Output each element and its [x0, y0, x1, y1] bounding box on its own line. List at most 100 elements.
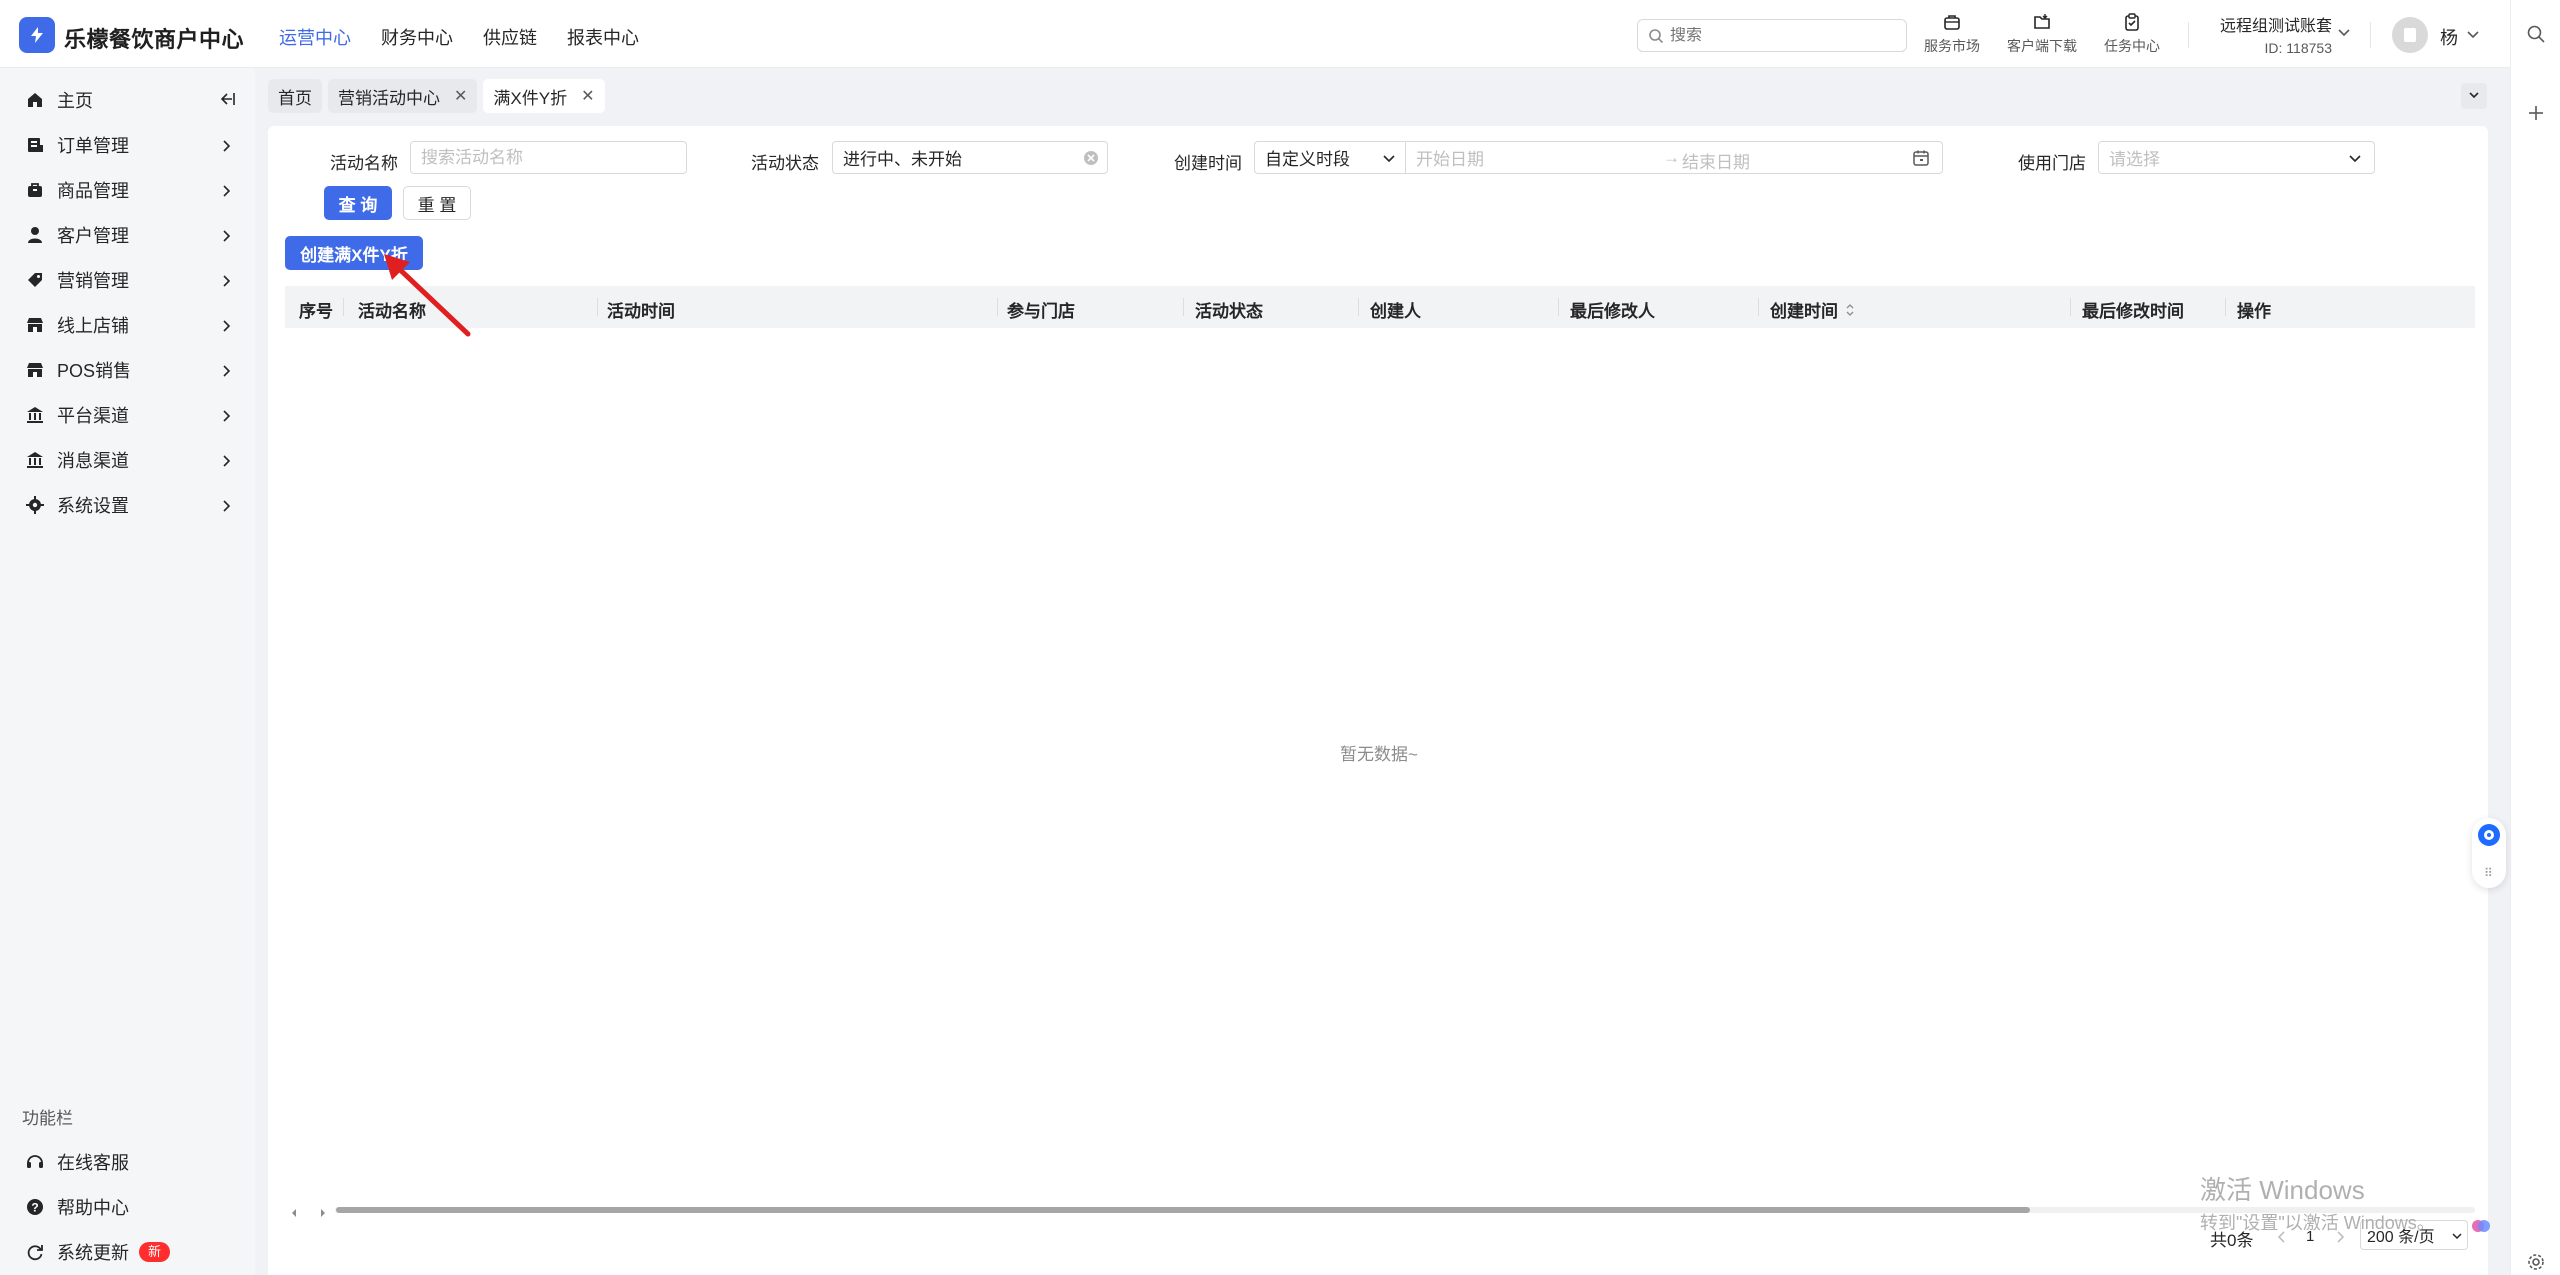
sidebar-item-online-store[interactable]: 线上店铺: [0, 303, 255, 347]
collapse-sidebar-icon[interactable]: [218, 90, 236, 108]
column-divider: [2225, 298, 2226, 316]
chat-icon: [2478, 824, 2500, 846]
col-created-time[interactable]: 创建时间: [1770, 297, 1855, 323]
query-button[interactable]: 查 询: [324, 186, 392, 220]
tab-label: 首页: [278, 88, 312, 108]
column-divider: [1358, 298, 1359, 316]
top-nav-reports[interactable]: 报表中心: [567, 24, 639, 50]
sidebar-item-online-support[interactable]: 在线客服: [0, 1140, 255, 1184]
drag-handle-icon[interactable]: ⠿: [2484, 866, 2493, 880]
user-icon: [25, 225, 45, 245]
message-icon: [25, 450, 45, 470]
account-name: 远程组测试账套: [2219, 18, 2332, 35]
right-rail: [2510, 0, 2560, 1275]
chevron-down-icon[interactable]: [2466, 28, 2480, 42]
date-range-picker[interactable]: 开始日期 → 结束日期: [1405, 141, 1943, 174]
activity-name-field[interactable]: [410, 141, 687, 174]
sidebar-item-help-center[interactable]: ? 帮助中心: [0, 1185, 255, 1229]
calendar-icon[interactable]: [1912, 149, 1930, 172]
headset-icon: [25, 1152, 45, 1172]
column-divider: [1558, 298, 1559, 316]
horizontal-scrollbar[interactable]: [285, 1201, 2475, 1217]
sidebar-item-label: 消息渠道: [57, 451, 129, 471]
sidebar-item-label: 订单管理: [57, 136, 129, 156]
tab-label: 满X件Y折: [493, 88, 568, 108]
top-nav-finance[interactable]: 财务中心: [381, 24, 453, 50]
chevron-right-icon: [219, 272, 233, 293]
order-icon: [25, 135, 45, 155]
search-icon[interactable]: [2526, 24, 2546, 44]
sidebar-item-message-channels[interactable]: 消息渠道: [0, 438, 255, 482]
scroll-thumb[interactable]: [336, 1207, 2030, 1213]
tab-marketing-center[interactable]: 营销活动中心 ✕: [328, 79, 478, 113]
download-icon: [2032, 12, 2052, 32]
sidebar-item-system-update[interactable]: 系统更新 新: [0, 1230, 255, 1274]
account-switcher[interactable]: 远程组测试账套 ID: 118753: [2216, 12, 2332, 56]
avatar[interactable]: [2392, 17, 2428, 53]
column-divider: [2070, 298, 2071, 316]
col-stores: 参与门店: [1007, 302, 1075, 321]
top-bar: 乐檬餐饮商户中心 运营中心 财务中心 供应链 报表中心 服务市场 客户端下载 任…: [0, 0, 2510, 68]
col-actions: 操作: [2237, 302, 2271, 321]
sidebar-item-label: 在线客服: [57, 1153, 129, 1173]
activity-status-select[interactable]: 进行中、未开始: [832, 141, 1108, 174]
account-id: ID: 118753: [2264, 40, 2332, 56]
divider: [2188, 22, 2189, 48]
sidebar-item-label: 平台渠道: [57, 406, 129, 426]
store-placeholder: 请选择: [2109, 150, 2160, 169]
sidebar-item-pos-sales[interactable]: POS销售: [0, 348, 255, 392]
global-search[interactable]: [1637, 19, 1907, 52]
empty-state: 暂无数据~: [1340, 745, 1418, 764]
sidebar-item-goods[interactable]: 商品管理: [0, 168, 255, 212]
clear-icon[interactable]: [1083, 150, 1099, 171]
sidebar-item-home[interactable]: 主页: [0, 78, 255, 122]
global-search-input[interactable]: [1670, 26, 1890, 45]
gear-icon[interactable]: [2526, 1252, 2546, 1272]
col-last-modified-time: 最后修改时间: [2082, 302, 2184, 321]
sidebar-item-orders[interactable]: 订单管理: [0, 123, 255, 167]
end-date-placeholder[interactable]: 结束日期: [1682, 148, 1750, 173]
activity-name-input[interactable]: [421, 147, 686, 168]
tab-home[interactable]: 首页: [268, 79, 322, 113]
sort-icon[interactable]: [1845, 302, 1855, 323]
tool-market[interactable]: 服务市场: [1917, 12, 1987, 56]
plus-icon[interactable]: [2526, 103, 2546, 123]
user-name[interactable]: 杨: [2440, 24, 2458, 50]
svg-text:?: ?: [31, 1201, 38, 1215]
start-date-placeholder[interactable]: 开始日期: [1416, 145, 1484, 170]
activity-status-label: 活动状态: [751, 154, 819, 173]
period-select[interactable]: 自定义时段: [1254, 141, 1408, 174]
app-logo-icon[interactable]: [19, 17, 55, 53]
sidebar-item-platform-channels[interactable]: 平台渠道: [0, 393, 255, 437]
column-divider: [597, 298, 598, 316]
function-bar-title: 功能栏: [22, 1109, 73, 1128]
scroll-right-icon[interactable]: [318, 1204, 328, 1224]
scroll-left-icon[interactable]: [289, 1204, 299, 1224]
sidebar-item-marketing[interactable]: 营销管理: [0, 258, 255, 302]
tool-task-label: 任务中心: [2104, 38, 2160, 54]
period-value: 自定义时段: [1265, 150, 1350, 169]
store-select[interactable]: 请选择: [2098, 141, 2375, 174]
sidebar-item-system-settings[interactable]: 系统设置: [0, 483, 255, 527]
top-nav-supply-chain[interactable]: 供应链: [483, 24, 537, 50]
sidebar-item-customers[interactable]: 客户管理: [0, 213, 255, 257]
tabs-menu-button[interactable]: [2461, 83, 2487, 109]
reset-button[interactable]: 重 置: [403, 186, 471, 220]
tool-task[interactable]: 任务中心: [2097, 12, 2167, 56]
chevron-right-icon: [219, 182, 233, 203]
tab-x-items-y-discount[interactable]: 满X件Y折 ✕: [483, 79, 605, 113]
close-icon[interactable]: ✕: [581, 86, 594, 106]
sidebar-item-label: 系统设置: [57, 496, 129, 516]
col-last-modifier: 最后修改人: [1570, 302, 1655, 321]
app-brand: 乐檬餐饮商户中心: [64, 27, 245, 52]
chevron-down-icon[interactable]: [2337, 26, 2351, 40]
main-content: 活动名称 活动状态 进行中、未开始 创建时间 自定义时段 开始日期 → 结束日期…: [268, 126, 2488, 1275]
close-icon[interactable]: ✕: [454, 86, 467, 106]
store-label: 使用门店: [2018, 154, 2086, 173]
chevron-right-icon: [219, 362, 233, 383]
tool-download[interactable]: 客户端下载: [2007, 12, 2077, 56]
floating-assistant-button[interactable]: ⠿: [2472, 818, 2506, 888]
top-nav-operations[interactable]: 运营中心: [279, 24, 351, 50]
assistant-brain-icon[interactable]: [2470, 1215, 2492, 1242]
sidebar-item-label: 帮助中心: [57, 1198, 129, 1218]
